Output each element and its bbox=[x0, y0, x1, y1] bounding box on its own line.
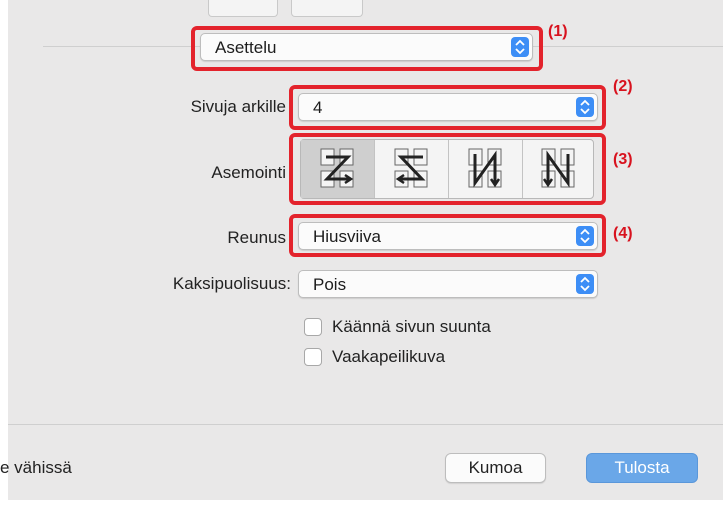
layout-option-1[interactable] bbox=[301, 140, 375, 198]
marker-4: (4) bbox=[613, 225, 633, 242]
marker-3: (3) bbox=[613, 151, 633, 168]
pages-per-sheet-stepper-icon bbox=[576, 97, 594, 117]
top-control-stub-right bbox=[291, 0, 363, 17]
marker-1: (1) bbox=[548, 23, 568, 40]
layout-menu-value: Asettelu bbox=[215, 38, 277, 57]
flip-horizontally-checkbox[interactable] bbox=[304, 348, 322, 366]
layout-menu-popup[interactable]: Asettelu bbox=[200, 33, 533, 61]
layout-direction-segmented-control[interactable] bbox=[300, 139, 594, 199]
reverse-z-layout-left-then-down-icon bbox=[394, 148, 427, 188]
cancel-button[interactable]: Kumoa bbox=[445, 453, 546, 483]
pages-per-sheet-value: 4 bbox=[313, 98, 323, 117]
print-dialog-panel: Asettelu (1) Sivuja arkille 4 (2) Asemoi… bbox=[0, 0, 723, 500]
reverse-page-orientation-checkbox[interactable] bbox=[304, 318, 322, 336]
top-control-stub-left bbox=[208, 0, 278, 17]
layout-option-4[interactable] bbox=[523, 140, 595, 198]
reverse-n-layout-down-then-left-icon bbox=[541, 148, 575, 188]
footer-separator bbox=[8, 424, 723, 425]
z-layout-right-then-down-icon bbox=[320, 148, 353, 188]
border-label: Reunus bbox=[227, 228, 286, 247]
reverse-page-orientation-label: Käännä sivun suunta bbox=[332, 317, 491, 336]
layout-direction-label: Asemointi bbox=[211, 163, 286, 182]
print-button[interactable]: Tulosta bbox=[586, 453, 698, 483]
two-sided-stepper-icon bbox=[576, 274, 594, 294]
border-stepper-icon bbox=[576, 226, 594, 246]
two-sided-value: Pois bbox=[313, 275, 347, 294]
two-sided-label: Kaksipuolisuus: bbox=[172, 274, 291, 293]
layout-option-2[interactable] bbox=[375, 140, 449, 198]
marker-2: (2) bbox=[613, 78, 633, 95]
layout-option-3[interactable] bbox=[449, 140, 523, 198]
layout-menu-stepper-icon bbox=[511, 37, 529, 57]
footer-status-text: e vähissä bbox=[0, 458, 72, 477]
border-value: Hiusviiva bbox=[313, 227, 382, 246]
two-sided-popup[interactable]: Pois bbox=[298, 270, 598, 298]
pages-per-sheet-label: Sivuja arkille bbox=[190, 97, 286, 116]
n-layout-down-then-right-icon bbox=[468, 148, 501, 188]
pages-per-sheet-popup[interactable]: 4 bbox=[298, 93, 598, 121]
flip-horizontally-label: Vaakapeilikuva bbox=[332, 347, 446, 366]
border-popup[interactable]: Hiusviiva bbox=[298, 222, 598, 250]
